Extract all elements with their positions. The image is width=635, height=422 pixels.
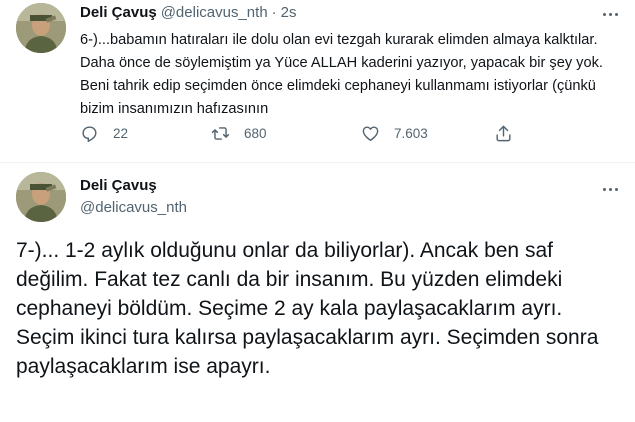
avatar[interactable] [16,172,66,222]
avatar[interactable] [16,3,66,53]
like-count: 7.603 [394,126,428,141]
tweet-text: 7-)... 1-2 aylık olduğunu onlar da biliy… [16,239,599,378]
retweet-count: 680 [244,126,267,141]
more-icon[interactable] [598,181,622,197]
share-button[interactable] [494,124,527,143]
share-icon [496,125,511,142]
author-name[interactable]: Deli Çavuş [80,4,157,21]
like-button[interactable]: 7.603 [361,124,428,143]
author-handle[interactable]: @delicavus_nth [80,199,187,216]
author-name[interactable]: Deli Çavuş [80,177,157,194]
reply-count: 22 [113,126,129,141]
more-icon[interactable] [598,6,622,22]
tweet-actions: 22 680 7.603 [80,124,580,146]
heart-icon [362,126,379,141]
reply-button[interactable]: 22 [80,124,128,143]
author-handle[interactable]: @delicavus_nth [161,4,268,21]
tweet-text: 6-)...babamın hatıraları ile dolu olan e… [80,32,603,117]
retweet-icon [211,127,230,140]
tweet-header: Deli Çavuş @delicavus_nth · 2s [80,4,297,21]
tweet-1: Deli Çavuş @delicavus_nth · 2s 6-)...bab… [0,0,635,163]
retweet-button[interactable]: 680 [211,124,267,143]
tweet-time[interactable]: 2s [281,4,297,21]
reply-icon [82,126,97,142]
separator-dot: · [271,4,277,21]
